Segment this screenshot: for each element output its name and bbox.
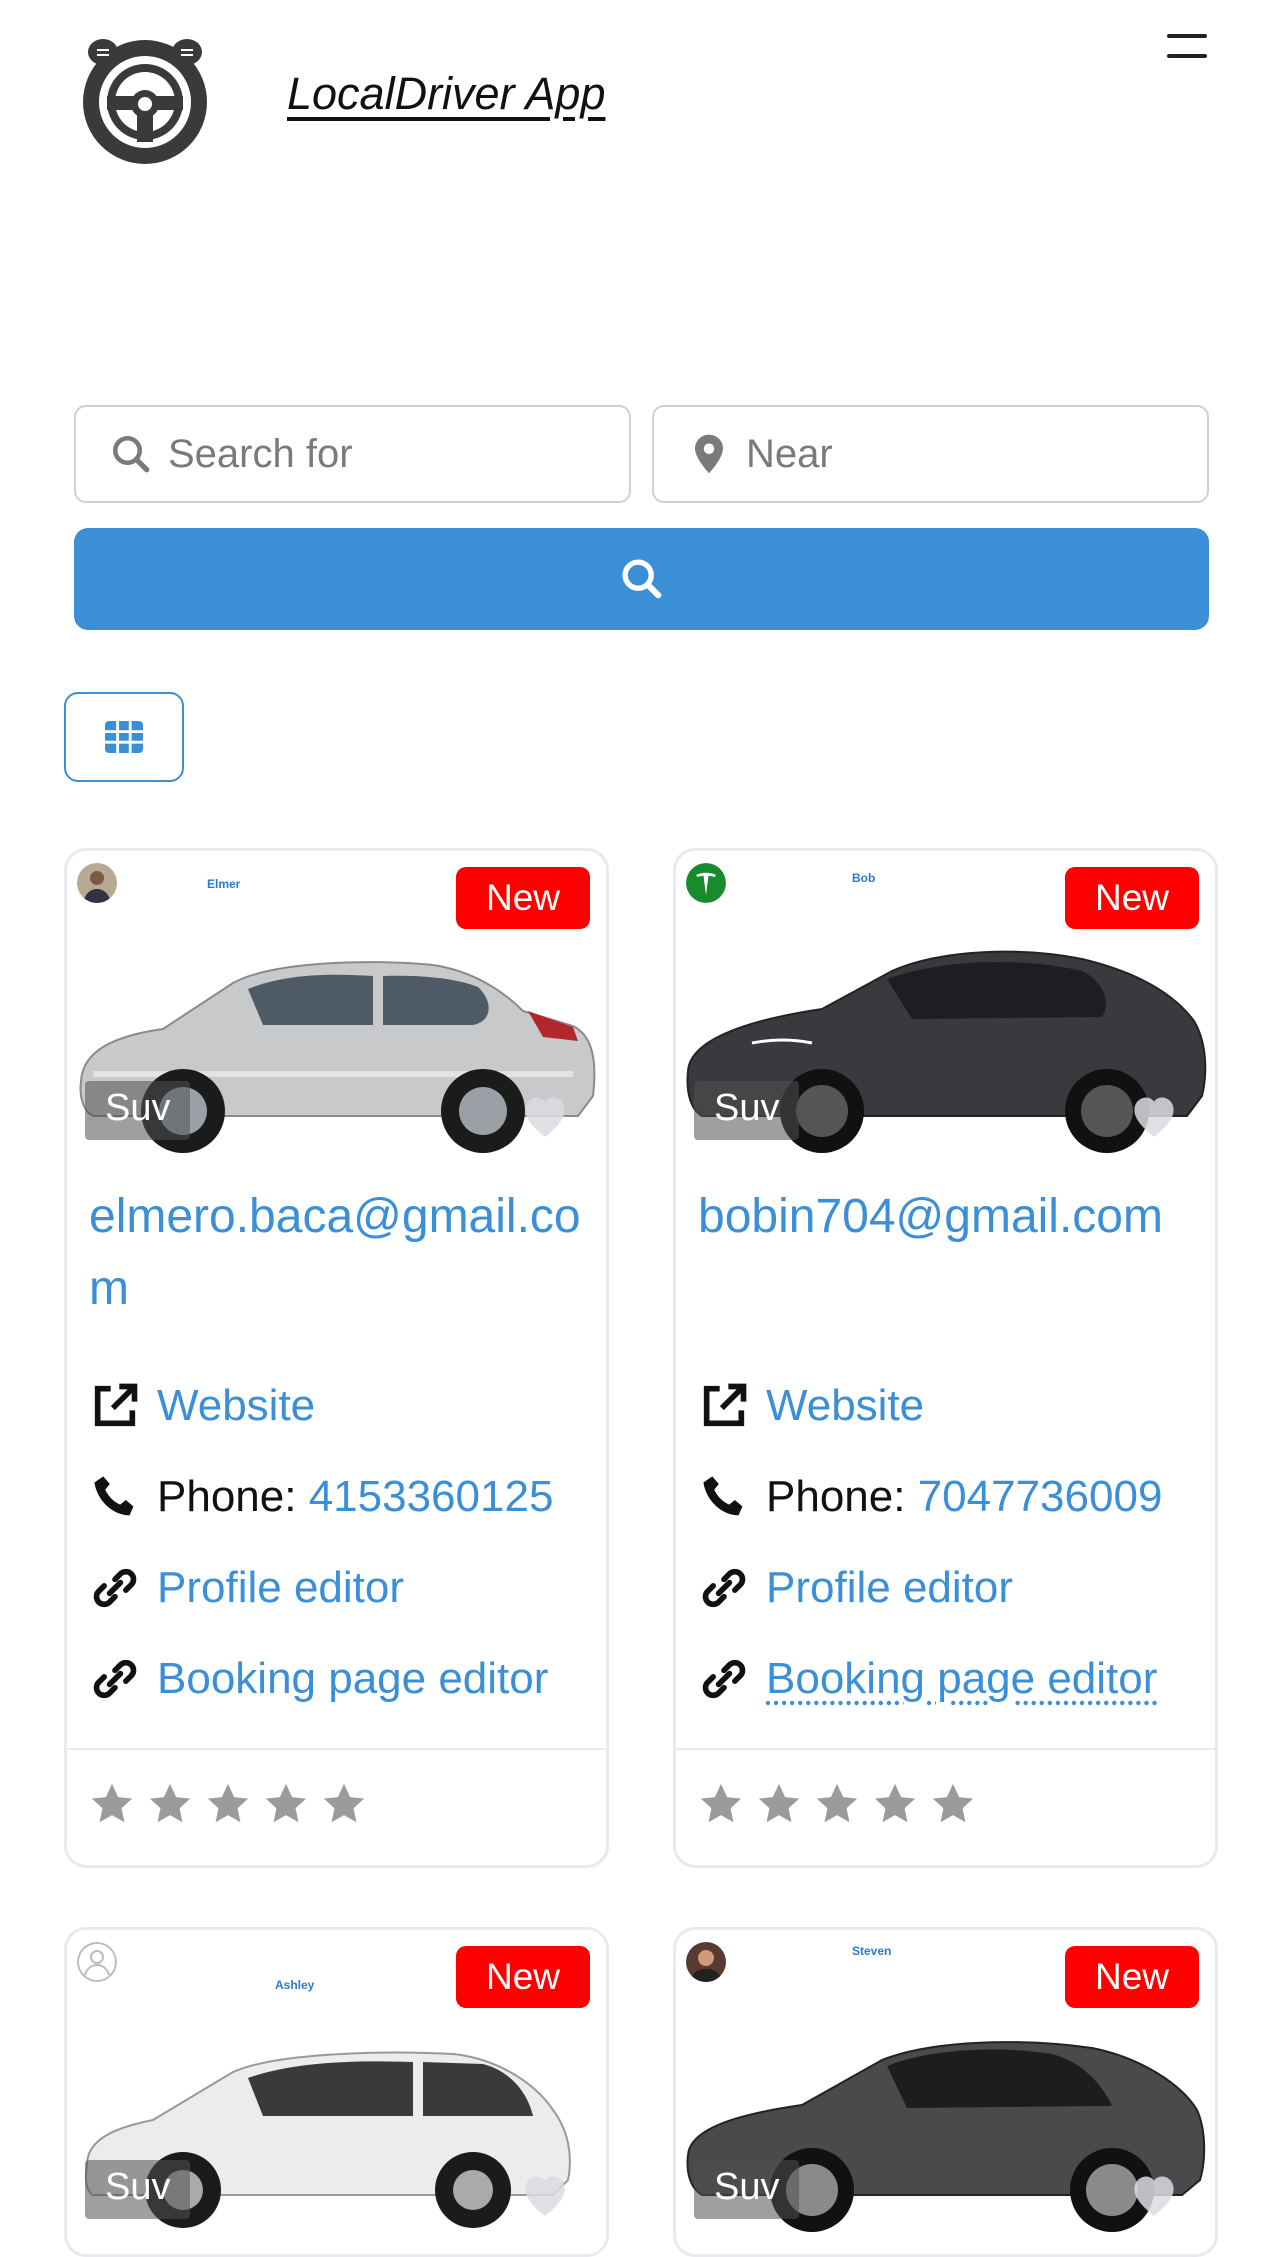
new-badge: New (455, 1946, 590, 2008)
search-button[interactable] (74, 528, 1209, 630)
website-link[interactable]: Website (766, 1381, 924, 1431)
external-link-icon (94, 1383, 138, 1427)
website-link[interactable]: Website (157, 1381, 315, 1431)
rating-stars[interactable] (698, 1781, 976, 1827)
phone-link[interactable]: 7047736009 (918, 1472, 1163, 1522)
owner-name: Bob (852, 871, 876, 885)
booking-editor-row[interactable]: Booking page editor (698, 1649, 1157, 1709)
owner-email-link[interactable]: bobin704@gmail.com (698, 1181, 1198, 1253)
profile-editor-row[interactable]: Profile editor (698, 1558, 1013, 1618)
link-icon (702, 1659, 746, 1699)
owner-avatar (686, 1942, 726, 1982)
owner-avatar (77, 863, 117, 903)
link-icon (702, 1568, 746, 1608)
owner-name: Ashley (275, 1978, 315, 1992)
profile-editor-row[interactable]: Profile editor (89, 1558, 404, 1618)
link-icon (93, 1568, 137, 1608)
heart-icon[interactable] (518, 1091, 572, 1139)
new-badge: New (1064, 867, 1199, 929)
card-image[interactable]: Ashley New Suv (67, 1930, 606, 2240)
booking-editor-row[interactable]: Booking page editor (89, 1649, 548, 1709)
listing-card[interactable]: Ashley New Suv (64, 1927, 609, 2257)
grid-icon (105, 721, 143, 753)
listing-card[interactable]: Steven New Suv (673, 1927, 1218, 2257)
listing-card[interactable]: Bob New Suv bobin704@gmail.com Website P… (673, 848, 1218, 1868)
profile-editor-link[interactable]: Profile editor (157, 1563, 404, 1613)
star-icon[interactable] (147, 1781, 193, 1827)
heart-icon[interactable] (1127, 1091, 1181, 1139)
near-field[interactable] (652, 405, 1209, 503)
star-icon[interactable] (756, 1781, 802, 1827)
category-badge[interactable]: Suv (694, 2160, 800, 2219)
phone-link[interactable]: 4153360125 (309, 1472, 554, 1522)
phone-row: Phone: 7047736009 (698, 1467, 1162, 1527)
star-icon[interactable] (930, 1781, 976, 1827)
card-divider (67, 1748, 606, 1750)
phone-row: Phone: 4153360125 (89, 1467, 553, 1527)
search-icon (112, 435, 150, 473)
booking-editor-link[interactable]: Booking page editor (766, 1654, 1157, 1704)
map-pin-icon (695, 434, 723, 474)
link-icon (93, 1659, 137, 1699)
star-icon[interactable] (321, 1781, 367, 1827)
grid-view-toggle[interactable] (64, 692, 184, 782)
phone-label: Phone: (766, 1472, 906, 1521)
website-row[interactable]: Website (89, 1376, 315, 1436)
star-icon[interactable] (698, 1781, 744, 1827)
search-icon (621, 559, 661, 599)
profile-editor-link[interactable]: Profile editor (766, 1563, 1013, 1613)
logo-steering-wheel-icon[interactable] (75, 30, 215, 170)
owner-name: Elmer (207, 877, 241, 891)
hamburger-menu-icon[interactable] (1163, 30, 1213, 70)
star-icon[interactable] (89, 1781, 135, 1827)
phone-label: Phone: (157, 1472, 297, 1521)
search-input[interactable] (166, 430, 585, 478)
booking-editor-link[interactable]: Booking page editor (157, 1654, 548, 1704)
heart-icon[interactable] (1127, 2170, 1181, 2218)
category-badge[interactable]: Suv (85, 2160, 191, 2219)
new-badge: New (1064, 1946, 1199, 2008)
listing-card[interactable]: Elmer New Suv elmero.baca@gmail.com Webs… (64, 848, 609, 1868)
phone-icon (94, 1476, 134, 1516)
website-row[interactable]: Website (698, 1376, 924, 1436)
card-image[interactable]: Bob New Suv (676, 851, 1215, 1161)
category-badge[interactable]: Suv (694, 1081, 800, 1140)
near-input[interactable] (744, 430, 1163, 478)
category-badge[interactable]: Suv (85, 1081, 191, 1140)
phone-icon (703, 1476, 743, 1516)
owner-name: Steven (852, 1944, 892, 1958)
card-image[interactable]: Elmer New Suv (67, 851, 606, 1161)
owner-avatar (686, 863, 726, 903)
rating-stars[interactable] (89, 1781, 367, 1827)
card-image[interactable]: Steven New Suv (676, 1930, 1215, 2240)
card-divider (676, 1748, 1215, 1750)
search-field[interactable] (74, 405, 631, 503)
external-link-icon (703, 1383, 747, 1427)
owner-email-link[interactable]: elmero.baca@gmail.com (89, 1181, 589, 1325)
app-title-link[interactable]: LocalDriver App (287, 68, 605, 120)
heart-icon[interactable] (518, 2170, 572, 2218)
star-icon[interactable] (814, 1781, 860, 1827)
new-badge: New (455, 867, 590, 929)
owner-avatar (77, 1942, 117, 1982)
star-icon[interactable] (263, 1781, 309, 1827)
star-icon[interactable] (872, 1781, 918, 1827)
star-icon[interactable] (205, 1781, 251, 1827)
